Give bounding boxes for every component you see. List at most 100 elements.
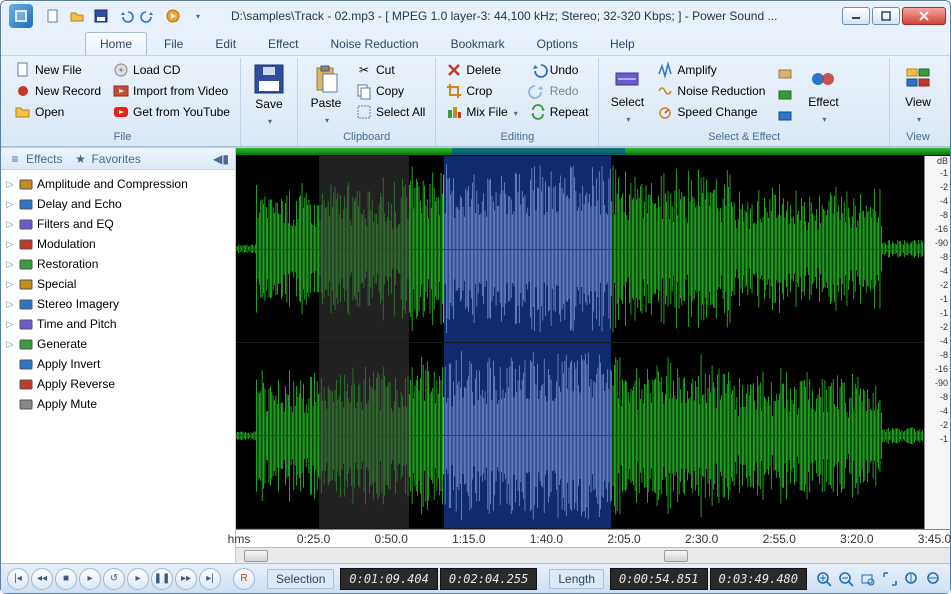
goto-start-button[interactable]: |◂ [7,568,29,590]
delete-button[interactable]: Delete [442,60,521,80]
tree-item[interactable]: ▷ Modulation [3,234,233,254]
zoom-vertical-out-button[interactable] [924,569,944,589]
selection-label: Selection [267,569,334,589]
selection-start-value[interactable]: 0:01:09.404 [340,568,437,590]
tree-item-label: Stereo Imagery [37,297,119,311]
tree-item[interactable]: Apply Mute [3,394,233,414]
open-button[interactable]: Open [11,102,105,122]
tree-item[interactable]: ▷ Generate [3,334,233,354]
pause-button[interactable]: ❚❚ [151,568,173,590]
zoom-selection-button[interactable] [858,569,878,589]
play-button[interactable]: ▸ [79,568,101,590]
paste-button[interactable]: Paste [304,60,348,129]
view-button[interactable]: View [896,60,940,129]
cut-button[interactable]: ✂Cut [352,60,429,80]
side-tab-favorites[interactable]: ★Favorites [72,151,140,167]
select-button[interactable]: Select [605,60,649,129]
category-icon [18,396,34,412]
ribbon-group-save: Save [241,58,298,146]
qat-redo-icon[interactable] [139,6,159,26]
preset-b-button[interactable] [773,85,797,105]
speed-change-button[interactable]: Speed Change [653,102,769,122]
selection-end-value[interactable]: 0:02:04.255 [440,568,537,590]
time-tick: 2:55.0 [763,532,796,546]
tree-item-label: Apply Mute [37,397,97,411]
tree-item[interactable]: ▷ Amplitude and Compression [3,174,233,194]
tree-item[interactable]: ▷ Time and Pitch [3,314,233,334]
redo-button[interactable]: Redo [526,81,593,101]
window-controls [840,7,946,25]
total-length-value[interactable]: 0:03:49.480 [710,568,807,590]
rewind-button[interactable]: ◂◂ [31,568,53,590]
horizontal-scrollbar[interactable] [236,547,950,563]
pin-button[interactable]: ◀▮ [213,152,229,166]
length-value[interactable]: 0:00:54.851 [610,568,707,590]
preset-a-button[interactable] [773,64,797,84]
tab-noise-reduction[interactable]: Noise Reduction [316,32,434,55]
youtube-icon [113,104,129,120]
cd-icon [113,62,129,78]
time-tick: 0:50.0 [375,532,408,546]
tab-edit[interactable]: Edit [200,32,251,55]
undo-button[interactable]: Undo [526,60,593,80]
close-button[interactable] [902,7,946,25]
tree-item[interactable]: ▷ Delay and Echo [3,194,233,214]
amplify-button[interactable]: Amplify [653,60,769,80]
crop-button[interactable]: Crop [442,81,521,101]
new-file-button[interactable]: New File [11,60,105,80]
zoom-fit-button[interactable] [880,569,900,589]
minimize-button[interactable] [842,7,870,25]
record-button[interactable]: R [233,568,255,590]
waveform-channel-left[interactable] [236,156,924,343]
tree-item[interactable]: Apply Reverse [3,374,233,394]
effect-button[interactable]: Effect [801,60,845,129]
repeat-button[interactable]: Repeat [526,102,593,122]
loop-button[interactable]: ↺ [103,568,125,590]
preset-c-button[interactable] [773,106,797,126]
tree-item[interactable]: Apply Invert [3,354,233,374]
load-cd-button[interactable]: Load CD [109,60,234,80]
overview-strip[interactable] [236,148,950,156]
tab-effect[interactable]: Effect [253,32,313,55]
get-youtube-button[interactable]: Get from YouTube [109,102,234,122]
zoom-vertical-in-button[interactable] [902,569,922,589]
side-tab-effects[interactable]: ≡Effects [7,151,62,167]
tree-item[interactable]: ▷ Special [3,274,233,294]
qat-open-icon[interactable] [67,6,87,26]
mix-file-button[interactable]: Mix File [442,102,521,122]
select-all-button[interactable]: Select All [352,102,429,122]
goto-end-button[interactable]: ▸| [199,568,221,590]
tab-file[interactable]: File [149,32,198,55]
app-menu-button[interactable] [9,4,33,28]
new-record-button[interactable]: New Record [11,81,105,101]
save-button[interactable]: Save [247,60,291,129]
qat-new-icon[interactable] [43,6,63,26]
copy-button[interactable]: Copy [352,81,429,101]
forward-button[interactable]: ▸▸ [175,568,197,590]
waveform-channel-right[interactable] [236,343,924,530]
stop-button[interactable]: ■ [55,568,77,590]
tab-bookmark[interactable]: Bookmark [436,32,520,55]
import-video-button[interactable]: Import from Video [109,81,234,101]
tab-options[interactable]: Options [522,32,593,55]
group-label-view: View [896,129,940,146]
group-label-select-effect: Select & Effect [605,129,883,146]
tree-item[interactable]: ▷ Stereo Imagery [3,294,233,314]
time-ruler[interactable]: hms 0:25.00:50.01:15.01:40.02:05.02:30.0… [236,529,950,547]
tree-item[interactable]: ▷ Restoration [3,254,233,274]
qat-play-icon[interactable] [163,6,183,26]
category-icon [18,196,34,212]
tree-item[interactable]: ▷ Filters and EQ [3,214,233,234]
qat-save-icon[interactable] [91,6,111,26]
qat-undo-icon[interactable] [115,6,135,26]
noise-reduction-button[interactable]: Noise Reduction [653,81,769,101]
tab-home[interactable]: Home [85,32,147,55]
zoom-out-button[interactable] [836,569,856,589]
expand-icon: ▷ [5,179,15,190]
play-selection-button[interactable]: ▸ [127,568,149,590]
tree-item-label: Generate [37,337,87,351]
maximize-button[interactable] [872,7,900,25]
tab-help[interactable]: Help [595,32,650,55]
zoom-in-button[interactable] [814,569,834,589]
qat-customize-icon[interactable] [187,6,207,26]
